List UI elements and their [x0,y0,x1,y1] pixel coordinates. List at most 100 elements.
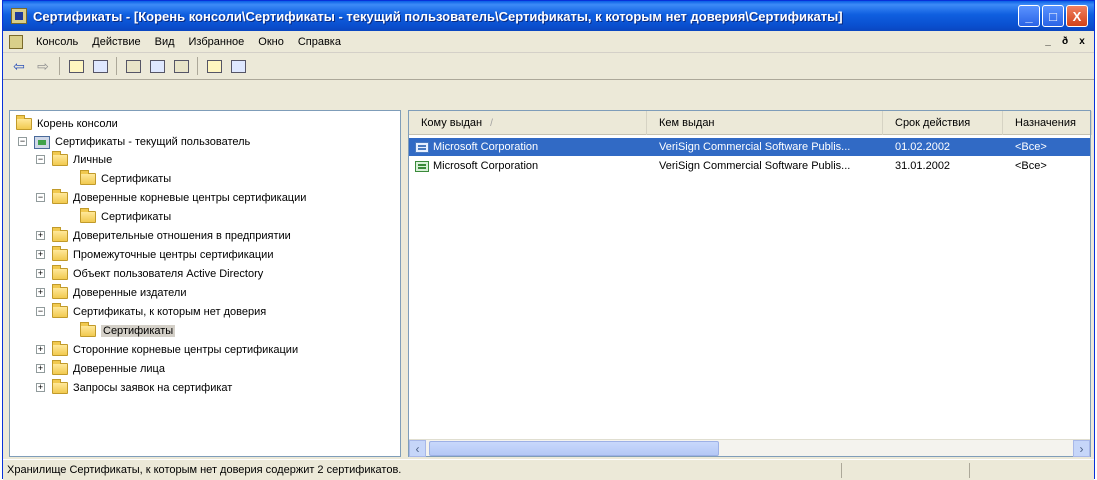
collapse-expander[interactable]: − [36,155,45,164]
collapse-expander[interactable]: − [18,137,27,146]
expand-expander[interactable]: + [36,345,45,354]
folder-icon [52,379,68,394]
menu-window[interactable]: Окно [251,36,291,48]
column-header-purposes[interactable]: Назначения [1003,111,1092,135]
up-one-level-icon[interactable] [66,56,86,76]
tree-node-label: Личные [73,154,113,166]
collapse-expander[interactable]: − [36,193,45,202]
horizontal-scrollbar[interactable]: ‹ › [409,439,1090,457]
expand-expander[interactable]: + [36,383,45,392]
show-hide-tree-icon[interactable] [90,56,110,76]
column-header-issued-by[interactable]: Кем выдан [647,111,883,135]
certificate-icon [415,160,429,172]
status-divider [841,463,842,478]
menu-view[interactable]: Вид [148,36,182,48]
mmc-app-icon [11,8,27,24]
tree-node-label: Объект пользователя Active Directory [73,268,264,280]
scroll-right-button[interactable]: › [1073,440,1090,457]
tree-node-label: Сертификаты [101,173,172,185]
table-row[interactable]: Microsoft Corporation VeriSign Commercia… [409,138,1090,156]
tree-node-label: Сертификаты, к которым нет доверия [73,306,267,318]
tree-node-label: Сертификаты [101,325,176,337]
export-list-icon[interactable] [171,56,191,76]
tree-node-trusted-root-certificates[interactable]: Сертификаты [80,208,171,226]
open-folder-icon [80,322,96,337]
maximize-button[interactable]: □ [1042,5,1064,27]
scroll-left-button[interactable]: ‹ [409,440,426,457]
tree-node-enterprise-trust[interactable]: + Доверительные отношения в предприятии [36,227,291,245]
cell-purposes: <Все> [1015,160,1047,172]
folder-icon [80,170,96,185]
cell-issued-by: VeriSign Commercial Software Publis... [659,141,851,153]
folder-icon [52,341,68,356]
back-arrow-icon[interactable]: ⇦ [9,56,29,76]
console-menu-icon[interactable] [9,34,23,49]
column-header-label: Назначения [1015,117,1076,129]
menu-console[interactable]: Консоль [29,36,85,48]
tree-node-untrusted-certificates[interactable]: − Сертификаты, к которым нет доверия [36,303,267,321]
cell-expiration: 01.02.2002 [895,141,951,153]
minimize-button[interactable]: _ [1018,5,1040,27]
expand-expander[interactable]: + [36,364,45,373]
window-controls: _ □ X [1018,5,1088,27]
folder-icon [52,246,68,261]
column-header-expiration[interactable]: Срок действия [883,111,1003,135]
cell-text: Microsoft Corporation [433,160,539,172]
tree-node-current-user-certificates[interactable]: − Сертификаты - текущий пользователь [18,133,251,151]
close-button[interactable]: X [1066,5,1088,27]
expand-expander[interactable]: + [36,250,45,259]
tree-node-active-directory-user-object[interactable]: + Объект пользователя Active Directory [36,265,264,283]
forward-arrow-icon[interactable]: ⇨ [33,56,53,76]
status-text: Хранилище Сертификаты, к которым нет дов… [7,464,402,476]
title-bar[interactable]: Сертификаты - [Корень консоли\Сертификат… [3,1,1094,31]
tree-node-console-root[interactable]: Корень консоли [16,115,118,133]
expand-expander[interactable]: + [36,269,45,278]
scroll-thumb[interactable] [429,441,719,456]
menu-help[interactable]: Справка [291,36,348,48]
help-icon[interactable] [204,56,224,76]
copy-icon[interactable] [123,56,143,76]
tree-node-label: Сертификаты - текущий пользователь [55,136,251,148]
tree-node-personal[interactable]: − Личные [36,151,113,169]
list-header: Кому выдан / Кем выдан Срок действия Наз… [409,111,1092,135]
mdi-controls: _ ð x [1040,34,1090,49]
tree-node-label: Доверительные отношения в предприятии [73,230,291,242]
mmc-window: Сертификаты - [Корень консоли\Сертификат… [2,0,1095,480]
cell-issued-to: Microsoft Corporation [415,138,645,156]
mdi-restore-button[interactable]: ð [1057,34,1073,49]
table-row[interactable]: Microsoft Corporation VeriSign Commercia… [409,157,1090,175]
mdi-close-button[interactable]: x [1074,34,1090,49]
expand-expander[interactable]: + [36,231,45,240]
tree-node-certificate-enrollment-requests[interactable]: + Запросы заявок на сертификат [36,379,232,397]
cell-expiration: 31.01.2002 [895,160,951,172]
tree-node-third-party-root-ca[interactable]: + Сторонние корневые центры сертификации [36,341,298,359]
show-action-pane-icon[interactable] [228,56,248,76]
tree-node-untrusted-certificates-store[interactable]: Сертификаты [80,322,176,340]
tree-node-intermediate-ca[interactable]: + Промежуточные центры сертификации [36,246,273,264]
cell-purposes: <Все> [1015,141,1047,153]
folder-icon [52,151,68,166]
menu-bar: Консоль Действие Вид Избранное Окно Спра… [3,31,1094,53]
menu-favorites[interactable]: Избранное [182,36,252,48]
tree-node-personal-certificates[interactable]: Сертификаты [80,170,171,188]
menu-action[interactable]: Действие [85,36,147,48]
certificate-icon [415,141,429,153]
mdi-minimize-button[interactable]: _ [1040,34,1056,49]
sort-indicator-icon: / [490,117,493,129]
folder-icon [52,284,68,299]
column-header-issued-to[interactable]: Кому выдан / [409,111,647,135]
console-tree[interactable]: Корень консоли − Сертификаты - текущий п… [9,110,401,457]
folder-icon [52,265,68,280]
column-header-label: Кем выдан [659,117,715,129]
expand-expander[interactable]: + [36,288,45,297]
tree-node-trusted-root-ca[interactable]: − Доверенные корневые центры сертификаци… [36,189,306,207]
tree-node-trusted-publishers[interactable]: + Доверенные издатели [36,284,186,302]
properties-icon[interactable] [147,56,167,76]
folder-icon [52,303,68,318]
collapse-expander[interactable]: − [36,307,45,316]
tree-node-label: Сертификаты [101,211,172,223]
tree-node-label: Доверенные лица [73,363,165,375]
tree-node-trusted-people[interactable]: + Доверенные лица [36,360,165,378]
folder-icon [16,115,32,130]
certificate-list[interactable]: Кому выдан / Кем выдан Срок действия Наз… [408,110,1092,457]
